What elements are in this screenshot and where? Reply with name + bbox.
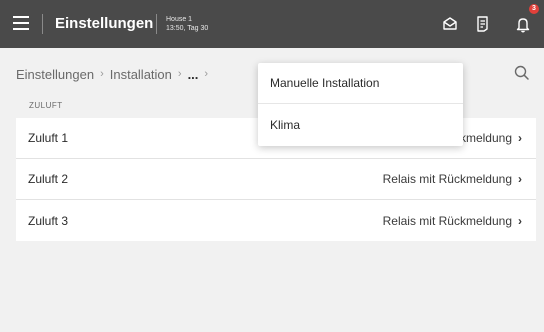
menu-item-manuelle-installation[interactable]: Manuelle Installation: [258, 63, 463, 104]
top-bar: Einstellungen House 1 13:50, Tag 30 3: [0, 0, 544, 48]
document-icon[interactable]: [472, 13, 494, 35]
divider: [42, 14, 43, 34]
house-time: 13:50, Tag 30: [166, 25, 209, 32]
chevron-right-icon: ›: [518, 172, 522, 186]
bell-icon[interactable]: [512, 13, 534, 35]
chevron-right-icon: ›: [177, 68, 182, 80]
breadcrumb-item-einstellungen[interactable]: Einstellungen: [16, 67, 94, 82]
breadcrumb: Einstellungen › Installation › ... ›: [16, 64, 214, 84]
mail-icon[interactable]: [439, 13, 461, 35]
house-info: House 1 13:50, Tag 30: [166, 15, 208, 33]
list-item-label: Zuluft 2: [28, 172, 69, 186]
section-label: ZULUFT: [29, 101, 63, 110]
menu-icon[interactable]: [13, 16, 29, 30]
list-item[interactable]: Zuluft 2 Relais mit Rückmeldung ›: [16, 159, 536, 200]
menu-item-klima[interactable]: Klima: [258, 104, 463, 145]
chevron-right-icon: ›: [518, 131, 522, 145]
breadcrumb-item-installation[interactable]: Installation: [110, 67, 172, 82]
list-item-value: Relais mit Rückmeldung ›: [383, 214, 522, 228]
list-item-value-text: Relais mit Rückmeldung: [382, 213, 512, 228]
list-item-value: Relais mit Rückmeldung ›: [383, 172, 522, 186]
notification-badge: 3: [529, 4, 539, 14]
breadcrumb-dropdown-menu: Manuelle Installation Klima: [258, 63, 463, 146]
list-item-label: Zuluft 3: [28, 213, 69, 228]
divider: [156, 14, 157, 34]
page-title: Einstellungen: [55, 15, 154, 32]
search-icon[interactable]: [513, 64, 531, 82]
breadcrumb-item-more[interactable]: ...: [188, 67, 199, 82]
chevron-right-icon: ›: [204, 68, 209, 80]
list-item-label: Zuluft 1: [28, 131, 69, 145]
chevron-right-icon: ›: [518, 213, 522, 228]
list-item[interactable]: Zuluft 3 Relais mit Rückmeldung ›: [16, 200, 536, 241]
list-item-value-text: Relais mit Rückmeldung: [382, 172, 512, 186]
house-name: House 1: [166, 16, 193, 23]
chevron-right-icon: ›: [100, 68, 104, 80]
